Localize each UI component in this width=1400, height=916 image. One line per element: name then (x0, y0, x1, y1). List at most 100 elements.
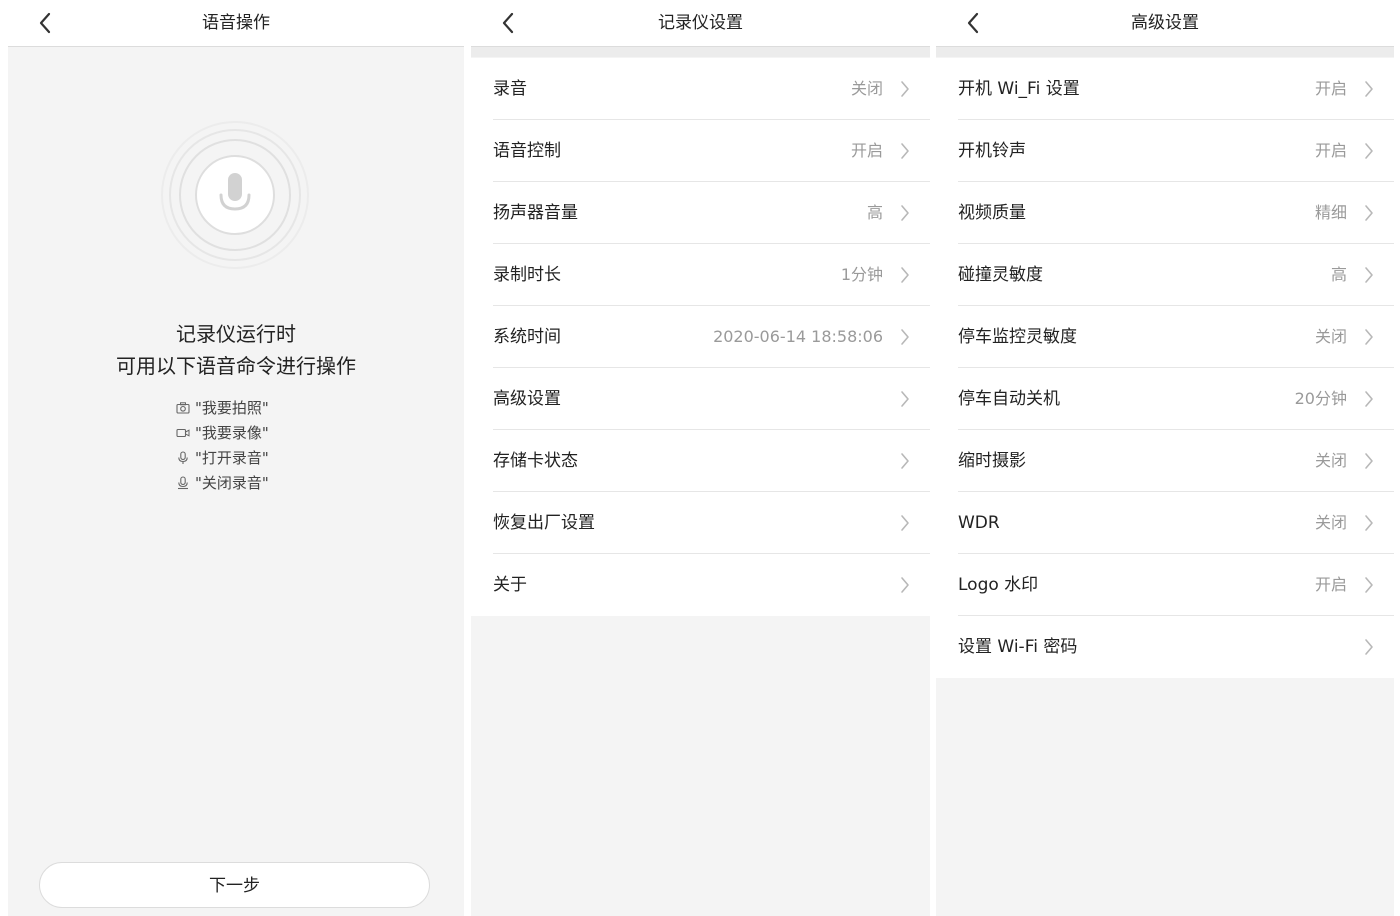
setting-label: 停车监控灵敏度 (958, 327, 1077, 347)
command-text: "我要录像" (195, 424, 269, 442)
page-title: 语音操作 (202, 13, 270, 33)
setting-label: 停车自动关机 (958, 389, 1060, 409)
setting-value: 高 (1330, 265, 1347, 284)
setting-label: 设置 Wi-Fi 密码 (958, 637, 1078, 657)
advanced-settings-screen: 高级设置 开机 Wi_Fi 设置 开启 开机铃声 开启 视频质量 精细 碰撞灵敏… (936, 0, 1394, 916)
chevron-right-icon (1365, 205, 1373, 221)
setting-row-speaker-volume[interactable]: 扬声器音量 高 (471, 182, 930, 244)
setting-value: 精细 (1314, 203, 1347, 222)
setting-value: 关闭 (1314, 327, 1347, 346)
setting-label: 录音 (493, 79, 527, 99)
chevron-right-icon (1365, 267, 1373, 283)
command-item: "我要录像" (176, 421, 269, 446)
setting-label: 录制时长 (493, 265, 561, 285)
setting-row-video-quality[interactable]: 视频质量 精细 (936, 182, 1394, 244)
voice-command-list: "我要拍照" "我要录像" "打开录音" "关闭录音" (176, 396, 269, 496)
setting-value: 20分钟 (1294, 389, 1347, 408)
chevron-right-icon (901, 143, 909, 159)
chevron-right-icon (901, 267, 909, 283)
camera-icon (176, 402, 190, 414)
setting-label: WDR (958, 513, 1000, 533)
chevron-right-icon (1365, 391, 1373, 407)
setting-label: 缩时摄影 (958, 451, 1026, 471)
voice-operation-screen: 语音操作 记录仪运行时 可用以下语音命令进行操作 "我要拍照" "我要录像" "… (8, 0, 464, 916)
setting-label: 开机 Wi_Fi 设置 (958, 79, 1080, 99)
setting-row-parking-auto-shutdown[interactable]: 停车自动关机 20分钟 (936, 368, 1394, 430)
header: 记录仪设置 (471, 0, 930, 47)
setting-row-wdr[interactable]: WDR 关闭 (936, 492, 1394, 554)
setting-label: 碰撞灵敏度 (958, 265, 1043, 285)
setting-row-logo-watermark[interactable]: Logo 水印 开启 (936, 554, 1394, 616)
microphone-off-icon (178, 476, 188, 490)
chevron-right-icon (1365, 143, 1373, 159)
setting-row-record-duration[interactable]: 录制时长 1分钟 (471, 244, 930, 306)
command-item: "我要拍照" (176, 396, 269, 421)
setting-value: 开启 (850, 141, 883, 160)
recorder-settings-screen: 记录仪设置 录音 关闭 语音控制 开启 扬声器音量 高 录制时长 1分钟 系统时… (471, 0, 930, 916)
chevron-right-icon (1365, 453, 1373, 469)
setting-label: 关于 (493, 575, 527, 595)
setting-value: 2020-06-14 18:58:06 (713, 327, 883, 346)
setting-row-voice-control[interactable]: 语音控制 开启 (471, 120, 930, 182)
voice-heading-line2: 可用以下语音命令进行操作 (116, 354, 356, 378)
setting-row-parking-monitor-sensitivity[interactable]: 停车监控灵敏度 关闭 (936, 306, 1394, 368)
setting-label: 存储卡状态 (493, 451, 578, 471)
command-item: "关闭录音" (176, 471, 269, 496)
next-step-button[interactable]: 下一步 (39, 862, 430, 908)
voice-heading-line1: 记录仪运行时 (176, 322, 296, 346)
video-camera-icon (176, 428, 190, 438)
chevron-right-icon (901, 515, 909, 531)
header: 语音操作 (8, 0, 464, 47)
chevron-right-icon (901, 81, 909, 97)
chevron-right-icon (1365, 329, 1373, 345)
setting-value: 1分钟 (840, 265, 883, 284)
setting-row-about[interactable]: 关于 (471, 554, 930, 616)
setting-row-wifi-password[interactable]: 设置 Wi-Fi 密码 (936, 616, 1394, 678)
setting-row-advanced-settings[interactable]: 高级设置 (471, 368, 930, 430)
setting-row-boot-ringtone[interactable]: 开机铃声 开启 (936, 120, 1394, 182)
setting-row-boot-wifi[interactable]: 开机 Wi_Fi 设置 开启 (936, 58, 1394, 120)
setting-row-recording[interactable]: 录音 关闭 (471, 58, 930, 120)
setting-value: 开启 (1314, 141, 1347, 160)
chevron-right-icon (901, 329, 909, 345)
microphone-illustration (161, 121, 309, 269)
command-item: "打开录音" (176, 446, 269, 471)
chevron-right-icon (901, 577, 909, 593)
command-text: "打开录音" (195, 449, 269, 467)
command-text: "我要拍照" (195, 399, 269, 417)
setting-row-factory-reset[interactable]: 恢复出厂设置 (471, 492, 930, 554)
chevron-right-icon (1365, 639, 1373, 655)
setting-value: 开启 (1314, 575, 1347, 594)
chevron-right-icon (1365, 81, 1373, 97)
microphone-icon (178, 451, 188, 464)
setting-row-storage-card-status[interactable]: 存储卡状态 (471, 430, 930, 492)
setting-row-system-time[interactable]: 系统时间 2020-06-14 18:58:06 (471, 306, 930, 368)
setting-value: 开启 (1314, 79, 1347, 98)
setting-label: Logo 水印 (958, 575, 1039, 595)
setting-row-time-lapse[interactable]: 缩时摄影 关闭 (936, 430, 1394, 492)
setting-label: 视频质量 (958, 203, 1026, 223)
setting-label: 扬声器音量 (493, 203, 578, 223)
settings-list: 录音 关闭 语音控制 开启 扬声器音量 高 录制时长 1分钟 系统时间 2020… (471, 58, 930, 616)
setting-row-collision-sensitivity[interactable]: 碰撞灵敏度 高 (936, 244, 1394, 306)
setting-value: 高 (866, 203, 883, 222)
setting-label: 系统时间 (493, 327, 561, 347)
setting-label: 恢复出厂设置 (493, 513, 595, 533)
page-title: 记录仪设置 (658, 13, 743, 33)
header: 高级设置 (936, 0, 1394, 47)
chevron-right-icon (901, 391, 909, 407)
chevron-right-icon (901, 453, 909, 469)
microphone-icon (195, 155, 275, 235)
chevron-right-icon (1365, 577, 1373, 593)
command-text: "关闭录音" (195, 474, 269, 492)
chevron-right-icon (901, 205, 909, 221)
setting-label: 语音控制 (493, 141, 561, 161)
page-title: 高级设置 (1131, 13, 1199, 33)
setting-value: 关闭 (1314, 451, 1347, 470)
settings-list: 开机 Wi_Fi 设置 开启 开机铃声 开启 视频质量 精细 碰撞灵敏度 高 停… (936, 58, 1394, 678)
setting-value: 关闭 (850, 79, 883, 98)
chevron-right-icon (1365, 515, 1373, 531)
setting-label: 开机铃声 (958, 141, 1026, 161)
setting-value: 关闭 (1314, 513, 1347, 532)
setting-label: 高级设置 (493, 389, 561, 409)
